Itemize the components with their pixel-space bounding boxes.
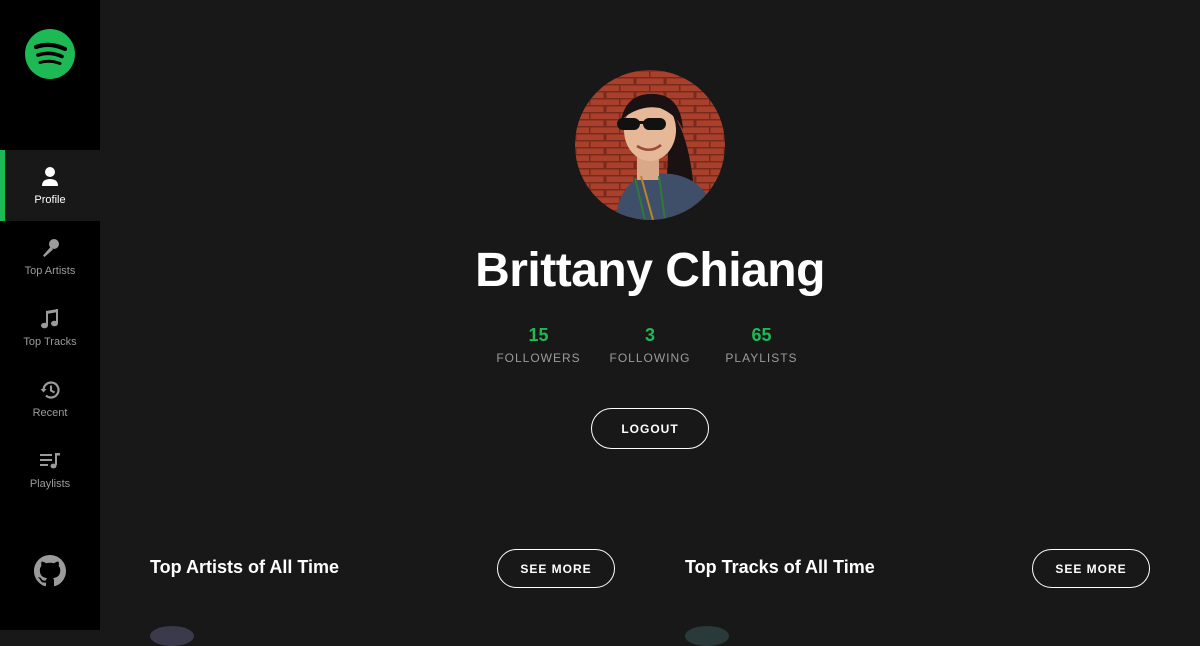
github-icon[interactable] — [34, 555, 66, 587]
stat-followers: 15 FOLLOWERS — [483, 325, 594, 365]
sidebar-item-profile[interactable]: Profile — [0, 150, 100, 221]
stat-label: PLAYLISTS — [725, 351, 798, 365]
sidebar-item-label: Profile — [34, 193, 66, 206]
sidebar-item-top-artists[interactable]: Top Artists — [0, 221, 100, 292]
top-artists-heading: Top Artists of All Time — [150, 557, 340, 577]
top-tracks-see-more-button[interactable]: SEE MORE — [1032, 549, 1150, 588]
spotify-logo-icon[interactable] — [25, 29, 75, 79]
stat-playlists: 65 PLAYLISTS — [706, 325, 817, 365]
stat-value: 3 — [644, 325, 655, 345]
profile-stats: 15 FOLLOWERS 3 FOLLOWING 65 PLAYLISTS — [483, 325, 817, 365]
stat-value: 15 — [528, 325, 549, 345]
sidebar-item-playlists[interactable]: Playlists — [0, 434, 100, 505]
track-thumbnail[interactable] — [685, 626, 729, 646]
profile-name: Brittany Chiang — [475, 244, 825, 297]
music-note-icon — [41, 308, 58, 328]
history-icon — [40, 380, 60, 399]
sidebar-item-label: Top Artists — [24, 264, 76, 277]
main-content: Brittany Chiang 15 FOLLOWERS 3 FOLLOWING… — [100, 0, 1200, 646]
stat-value: 65 — [751, 325, 772, 345]
sidebar-nav: Profile Top Artists Top Tracks Recent Pl… — [0, 150, 100, 505]
stat-label: FOLLOWING — [609, 351, 691, 365]
sidebar-item-recent[interactable]: Recent — [0, 363, 100, 434]
sidebar-item-label: Playlists — [29, 477, 71, 490]
playlist-icon — [40, 452, 60, 468]
stat-label: FOLLOWERS — [496, 351, 581, 365]
sidebar-item-top-tracks[interactable]: Top Tracks — [0, 292, 100, 363]
microphone-icon — [43, 238, 59, 257]
profile-avatar — [575, 70, 725, 220]
top-tracks-heading: Top Tracks of All Time — [685, 557, 875, 577]
sidebar-item-label: Top Tracks — [23, 335, 77, 348]
user-icon — [42, 166, 58, 186]
artist-thumbnail[interactable] — [150, 626, 194, 646]
logout-button[interactable]: LOGOUT — [591, 408, 709, 449]
sidebar-item-label: Recent — [32, 406, 68, 419]
sidebar: Profile Top Artists Top Tracks Recent Pl… — [0, 0, 100, 630]
stat-following: 3 FOLLOWING — [595, 325, 706, 365]
top-artists-see-more-button[interactable]: SEE MORE — [497, 549, 615, 588]
